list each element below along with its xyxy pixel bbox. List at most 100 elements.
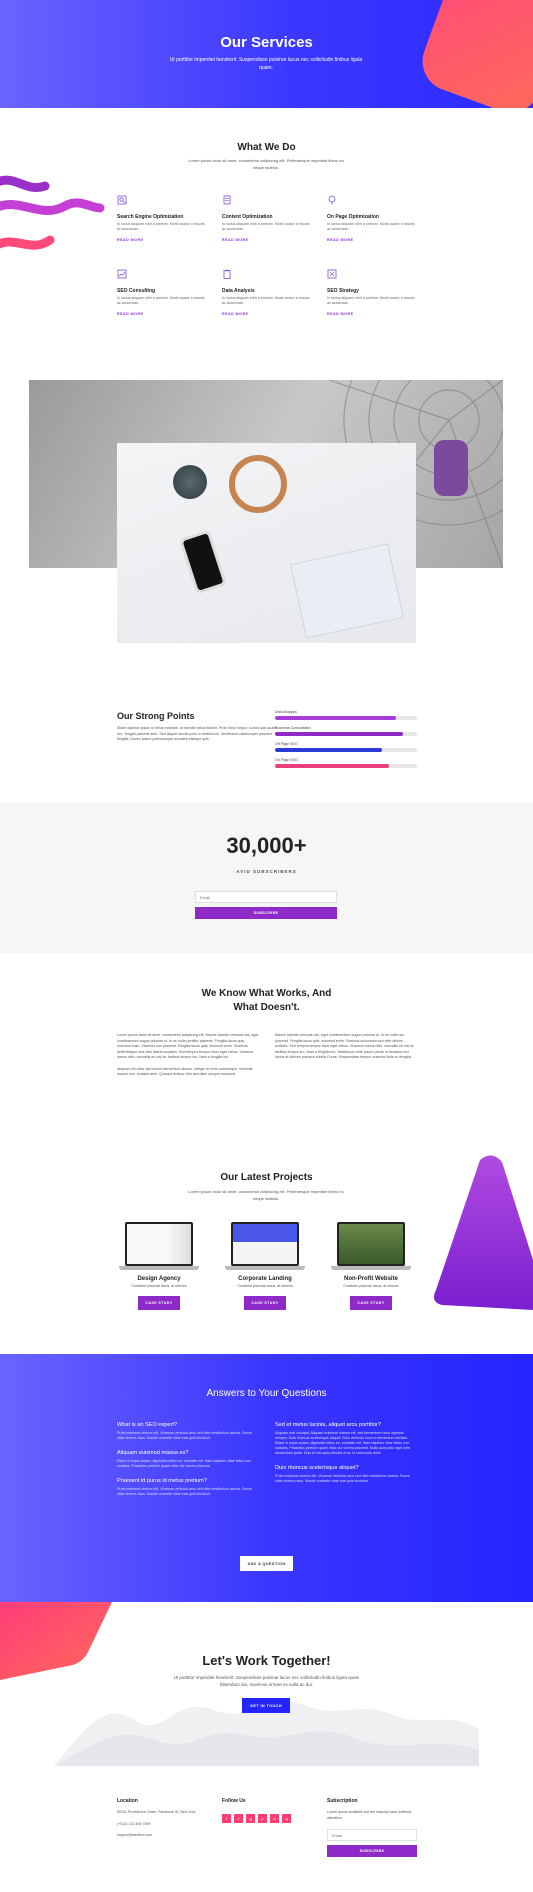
service-desc: In luctus aliquam nibh a pretium. Morbi …: [222, 222, 310, 231]
case-study-button[interactable]: CASE STUDY: [244, 1296, 286, 1310]
what-we-do-title: What We Do: [237, 142, 296, 153]
service-desc: In luctus aliquam nibh a pretium. Morbi …: [117, 296, 205, 305]
faq-item[interactable]: Duis rhoncus scelerisque aliquet? Proin …: [275, 1465, 417, 1484]
project-card: Design Agency Curabitur placerat lacus, …: [116, 1222, 202, 1310]
hero-subtitle: Ut porttitor imperdiet hendrerit. Suspen…: [169, 57, 363, 71]
progress-label: Business Consultation: [275, 726, 311, 730]
faq-answer: Aliquam erat volutpat. Aliquam euismod m…: [275, 1431, 411, 1455]
service-card: Content Optimization In luctus aliquam n…: [222, 192, 312, 242]
footer-subscription-text: Lorem ipsum available but the majority h…: [327, 1810, 412, 1820]
subscribe-button[interactable]: SUBSCRIBE: [195, 907, 337, 919]
twitter-icon[interactable]: t: [234, 1814, 243, 1823]
google-plus-icon[interactable]: g: [246, 1814, 255, 1823]
progress-fill: [275, 716, 396, 720]
footer-location: Location 5032L Providence Tower, Paramor…: [117, 1798, 207, 1839]
faq-item[interactable]: Sed et metus lacinia, aliquet arcu portt…: [275, 1422, 417, 1456]
footer-follow: Follow Us f t g p in ig: [222, 1798, 312, 1823]
faq-answer: Proin maximus viverra elit. Vivamus vehi…: [275, 1474, 410, 1483]
progress-fill: [275, 732, 403, 736]
footer-subscription-title: Subscription: [327, 1798, 358, 1804]
faq-item[interactable]: Aliquam euismod massa ex? Etiam in turpi…: [117, 1450, 259, 1469]
cta-subtitle: Ut porttitor imperdiet hendrerit. Suspen…: [173, 1675, 360, 1687]
project-title: Non-Profit Website: [344, 1276, 398, 1282]
faq-question: Sed et metus lacinia, aliquet arcu portt…: [275, 1422, 382, 1428]
subscribe-email-input[interactable]: [195, 891, 337, 903]
progress-item: On Page SEO: [275, 758, 417, 768]
what-works-title-line2: What Doesn't.: [233, 1002, 300, 1013]
faq-item[interactable]: Praesent id purus id metus pretium? Proi…: [117, 1478, 259, 1497]
pinterest-icon[interactable]: p: [258, 1814, 267, 1823]
footer-email-input[interactable]: [327, 1829, 417, 1841]
faq-question: What is an SEO expert?: [117, 1422, 178, 1428]
strong-points-title: Our Strong Points: [117, 711, 195, 721]
service-desc: In luctus aliquam nibh a pretium. Morbi …: [117, 222, 205, 231]
faq-answer: Etiam in turpis auctor, dignissim tellus…: [117, 1459, 252, 1468]
read-more-link[interactable]: READ MORE: [327, 238, 417, 242]
read-more-link[interactable]: READ MORE: [327, 312, 417, 316]
service-title: On Page Optimization: [327, 214, 379, 220]
service-card: Search Engine Optimization In luctus ali…: [117, 192, 207, 242]
service-card: Data Analysis In luctus aliquam nibh a p…: [222, 266, 312, 316]
what-works-paragraph: Aliquam elit dolor sed luctus elementum …: [117, 1066, 253, 1077]
location-icon: [328, 195, 336, 205]
hero-decorative-blob: [414, 0, 533, 108]
strong-points-text: Etiam dapibus ipsum in tellus molestie, …: [117, 726, 277, 741]
search-icon: [117, 195, 127, 205]
read-more-link[interactable]: READ MORE: [117, 312, 207, 316]
person-figure: [434, 440, 468, 496]
succulent-plant: [173, 465, 207, 499]
faq-item[interactable]: What is an SEO expert? Proin maximus viv…: [117, 1422, 259, 1441]
project-desc: Curabitur placerat lacus, at ultrices: [131, 1284, 187, 1288]
faq-question: Duis rhoncus scelerisque aliquet?: [275, 1465, 359, 1471]
project-card: Corporate Landing Curabitur placerat lac…: [222, 1222, 308, 1310]
service-desc: In luctus aliquam nibh a pretium. Morbi …: [222, 296, 310, 305]
what-works-title: We Know What Works, And What Doesn't.: [0, 987, 533, 1015]
service-card: SEO Strategy In luctus aliquam nibh a pr…: [327, 266, 417, 316]
instagram-icon[interactable]: ig: [282, 1814, 291, 1823]
hero-title: Our Services: [220, 34, 313, 51]
case-study-button[interactable]: CASE STUDY: [138, 1296, 180, 1310]
laptop-screen: [125, 1222, 193, 1266]
read-more-link[interactable]: READ MORE: [117, 238, 207, 242]
laptop-screen: [290, 543, 404, 639]
ask-question-button[interactable]: ASK A QUESTION: [240, 1556, 293, 1571]
service-card: SEO Consulting In luctus aliquam nibh a …: [117, 266, 207, 316]
faq-title: Answers to Your Questions: [206, 1388, 327, 1399]
get-in-touch-button[interactable]: GET IN TOUCH: [242, 1698, 290, 1713]
clipboard-icon: [223, 269, 231, 279]
service-title: Content Optimization: [222, 214, 273, 220]
decorative-pink-shape: [0, 1602, 112, 1680]
progress-item: Data Analysis: [275, 710, 417, 720]
project-desc: Curabitur placerat lacus, at ultrices: [237, 1284, 293, 1288]
progress-item: Off Page SEO: [275, 742, 417, 752]
service-title: SEO Consulting: [117, 288, 156, 294]
faq-col-left: What is an SEO expert? Proin maximus viv…: [117, 1422, 259, 1497]
progress-fill: [275, 748, 382, 752]
laptop-screen: [337, 1222, 405, 1266]
case-study-button[interactable]: CASE STUDY: [350, 1296, 392, 1310]
document-icon: [223, 195, 231, 205]
what-we-do-subtitle: Lorem ipsum dolor sit amet, consectetur …: [188, 158, 344, 170]
read-more-link[interactable]: READ MORE: [222, 312, 312, 316]
facebook-icon[interactable]: f: [222, 1814, 231, 1823]
footer-subscribe-button[interactable]: SUBSCRIBE: [327, 1845, 417, 1857]
subscribers-section: 30,000+ AVID SUBSCRIBERS SUBSCRIBE: [0, 803, 533, 953]
footer-address: 5032L Providence Tower, Paramore St. New…: [117, 1810, 196, 1814]
footer-email[interactable]: support@seofirm.com: [117, 1833, 207, 1839]
cta-title: Let's Work Together!: [202, 1653, 331, 1668]
read-more-link[interactable]: READ MORE: [222, 238, 312, 242]
progress-bars: Data Analysis Business Consultation Off …: [275, 710, 417, 774]
linkedin-icon[interactable]: in: [270, 1814, 279, 1823]
progress-label: Data Analysis: [275, 710, 297, 714]
footer-subscription: Subscription Lorem ipsum available but t…: [327, 1798, 417, 1857]
service-desc: In luctus aliquam nibh a pretium. Morbi …: [327, 222, 415, 231]
progress-track: [275, 716, 417, 720]
faq-question: Aliquam euismod massa ex?: [117, 1450, 189, 1456]
footer-follow-title: Follow Us: [222, 1798, 246, 1804]
what-works-paragraph: Lorem ipsum dolor sit amet, consectetur …: [117, 1033, 259, 1059]
what-works-col2: Mauris lobortis vehicula nisl, eget cond…: [275, 1033, 415, 1059]
progress-track: [275, 748, 417, 752]
service-title: SEO Strategy: [327, 288, 359, 294]
footer-location-title: Location: [117, 1798, 138, 1804]
progress-label: On Page SEO: [275, 758, 298, 762]
